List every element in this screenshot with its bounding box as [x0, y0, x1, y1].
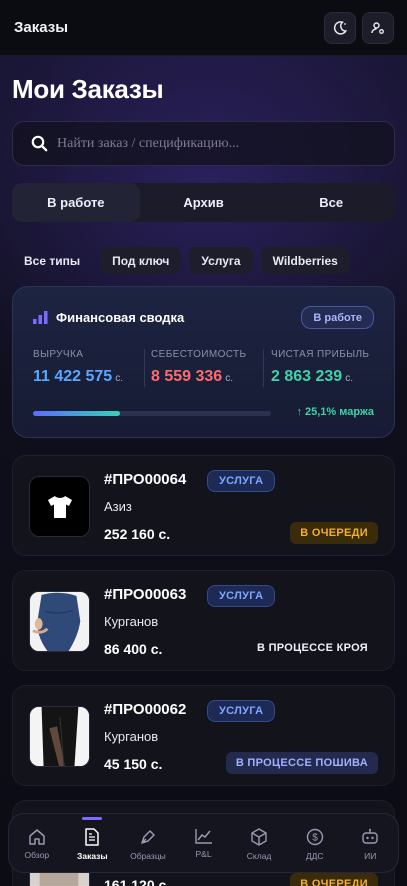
nav-label: ДДС	[305, 851, 324, 861]
order-price: 45 150 с.	[104, 756, 163, 772]
divider	[263, 349, 264, 387]
order-thumbnail	[29, 706, 90, 767]
top-bar: Заказы	[0, 0, 407, 56]
metric-revenue: ВЫРУЧКА 11 422 575 с.	[33, 349, 123, 386]
svg-text:$: $	[312, 833, 318, 844]
filter-wildberries[interactable]: Wildberries	[260, 247, 350, 274]
nav-item-ai[interactable]: ИИ	[342, 814, 398, 872]
metric-cost: СЕБЕСТОИМОСТЬ 8 559 336 с.	[151, 349, 247, 386]
search-input[interactable]	[57, 132, 377, 156]
box-icon	[251, 828, 267, 846]
margin-label: ↑ 25,1% маржа	[296, 406, 374, 418]
status-tabs: В работе Архив Все	[12, 183, 395, 222]
order-customer: Курганов	[104, 729, 159, 744]
tab-archive[interactable]: Архив	[140, 183, 268, 222]
order-price: 161 120 с.	[104, 877, 171, 886]
metric-unit: с.	[225, 373, 233, 384]
metric-label: СЕБЕСТОИМОСТЬ	[151, 349, 247, 360]
nav-label: ИИ	[364, 851, 377, 861]
order-price: 86 400 с.	[104, 641, 163, 657]
metric-unit: с.	[115, 373, 123, 384]
order-card[interactable]: #ПРО00062 УСЛУГА Курганов 45 150 с. В ПР…	[12, 685, 395, 786]
order-id: #ПРО00062	[104, 701, 187, 718]
order-status-badge: В ОЧЕРЕДИ	[290, 873, 378, 886]
order-id: #ПРО00063	[104, 586, 187, 603]
order-type-tag: УСЛУГА	[207, 470, 276, 492]
nav-item-samples[interactable]: Образцы	[120, 814, 176, 872]
order-type-tag: УСЛУГА	[207, 585, 276, 607]
metric-label: ВЫРУЧКА	[33, 349, 84, 360]
dollar-coin-icon: $	[306, 828, 323, 846]
dress-photo	[30, 592, 89, 651]
metric-value: 2 863 239	[271, 368, 343, 385]
moon-icon	[333, 21, 348, 35]
finance-status-badge: В работе	[301, 306, 374, 329]
order-price: 252 160 с.	[104, 526, 171, 542]
home-icon	[29, 829, 45, 845]
theme-toggle-button[interactable]	[324, 12, 356, 44]
document-icon	[85, 828, 100, 846]
pen-icon	[141, 830, 155, 844]
metric-value: 8 559 336	[151, 368, 223, 385]
nav-item-warehouse[interactable]: Склад	[231, 814, 287, 872]
nav-item-pl[interactable]: P&L	[176, 814, 232, 872]
order-status-badge: В ПРОЦЕССЕ ПОШИВА	[225, 752, 378, 774]
robot-icon	[362, 828, 378, 844]
finance-title-text: Финансовая сводка	[56, 310, 185, 325]
type-filters: Все типы Под ключ Услуга Wildberries	[12, 247, 350, 274]
nav-label: P&L	[195, 849, 212, 859]
metric-unit: с.	[345, 373, 353, 384]
page-title: Мои Заказы	[12, 74, 164, 104]
order-type-tag: УСЛУГА	[207, 700, 276, 722]
margin-progress-fill	[33, 411, 120, 416]
order-card[interactable]: #ПРО00063 УСЛУГА Курганов 86 400 с. В ПР…	[12, 570, 395, 671]
order-card[interactable]: #ПРО00064 УСЛУГА Азиз 252 160 с. В ОЧЕРЕ…	[12, 455, 395, 556]
metric-value: 11 422 575	[33, 368, 113, 385]
order-customer: Азиз	[104, 499, 132, 514]
profile-button[interactable]	[362, 12, 394, 44]
search-icon	[31, 135, 48, 152]
chart-line-icon	[194, 829, 212, 844]
nav-label: Обзор	[24, 850, 50, 860]
order-thumbnail	[29, 591, 90, 652]
active-indicator	[82, 817, 103, 820]
nav-label: Заказы	[77, 851, 108, 861]
filter-turnkey[interactable]: Под ключ	[100, 247, 182, 274]
skirt-photo	[30, 707, 89, 766]
app-title: Заказы	[14, 19, 69, 36]
metric-profit: ЧИСТАЯ ПРИБЫЛЬ 2 863 239 с.	[271, 349, 369, 386]
bottom-navigation: Обзор Заказы Образцы P&L Склад $ ДДС ИИ	[8, 813, 399, 873]
margin-progress-bar	[33, 411, 271, 416]
divider	[144, 349, 145, 387]
nav-item-cashflow[interactable]: $ ДДС	[287, 814, 343, 872]
order-customer: Курганов	[104, 614, 159, 629]
tab-all[interactable]: Все	[267, 183, 395, 222]
tshirt-icon	[47, 495, 72, 518]
nav-item-orders[interactable]: Заказы	[65, 814, 121, 872]
filter-all-types[interactable]: Все типы	[12, 247, 92, 274]
search-box	[12, 121, 395, 166]
finance-summary-card: Финансовая сводка В работе ВЫРУЧКА 11 42…	[12, 286, 395, 438]
order-thumbnail	[29, 476, 90, 537]
nav-label: Склад	[246, 851, 272, 861]
filter-service[interactable]: Услуга	[189, 247, 253, 274]
nav-label: Образцы	[130, 851, 166, 861]
order-id: #ПРО00064	[104, 471, 187, 488]
metric-label: ЧИСТАЯ ПРИБЫЛЬ	[271, 349, 370, 360]
order-status-badge: В ОЧЕРЕДИ	[290, 522, 378, 544]
tab-in-progress[interactable]: В работе	[12, 183, 140, 222]
finance-title: Финансовая сводка	[33, 310, 184, 325]
user-gear-icon	[371, 22, 384, 34]
order-status-badge: В ПРОЦЕССЕ КРОЯ	[256, 642, 368, 654]
nav-item-overview[interactable]: Обзор	[9, 814, 65, 872]
bar-chart-icon	[33, 311, 48, 324]
